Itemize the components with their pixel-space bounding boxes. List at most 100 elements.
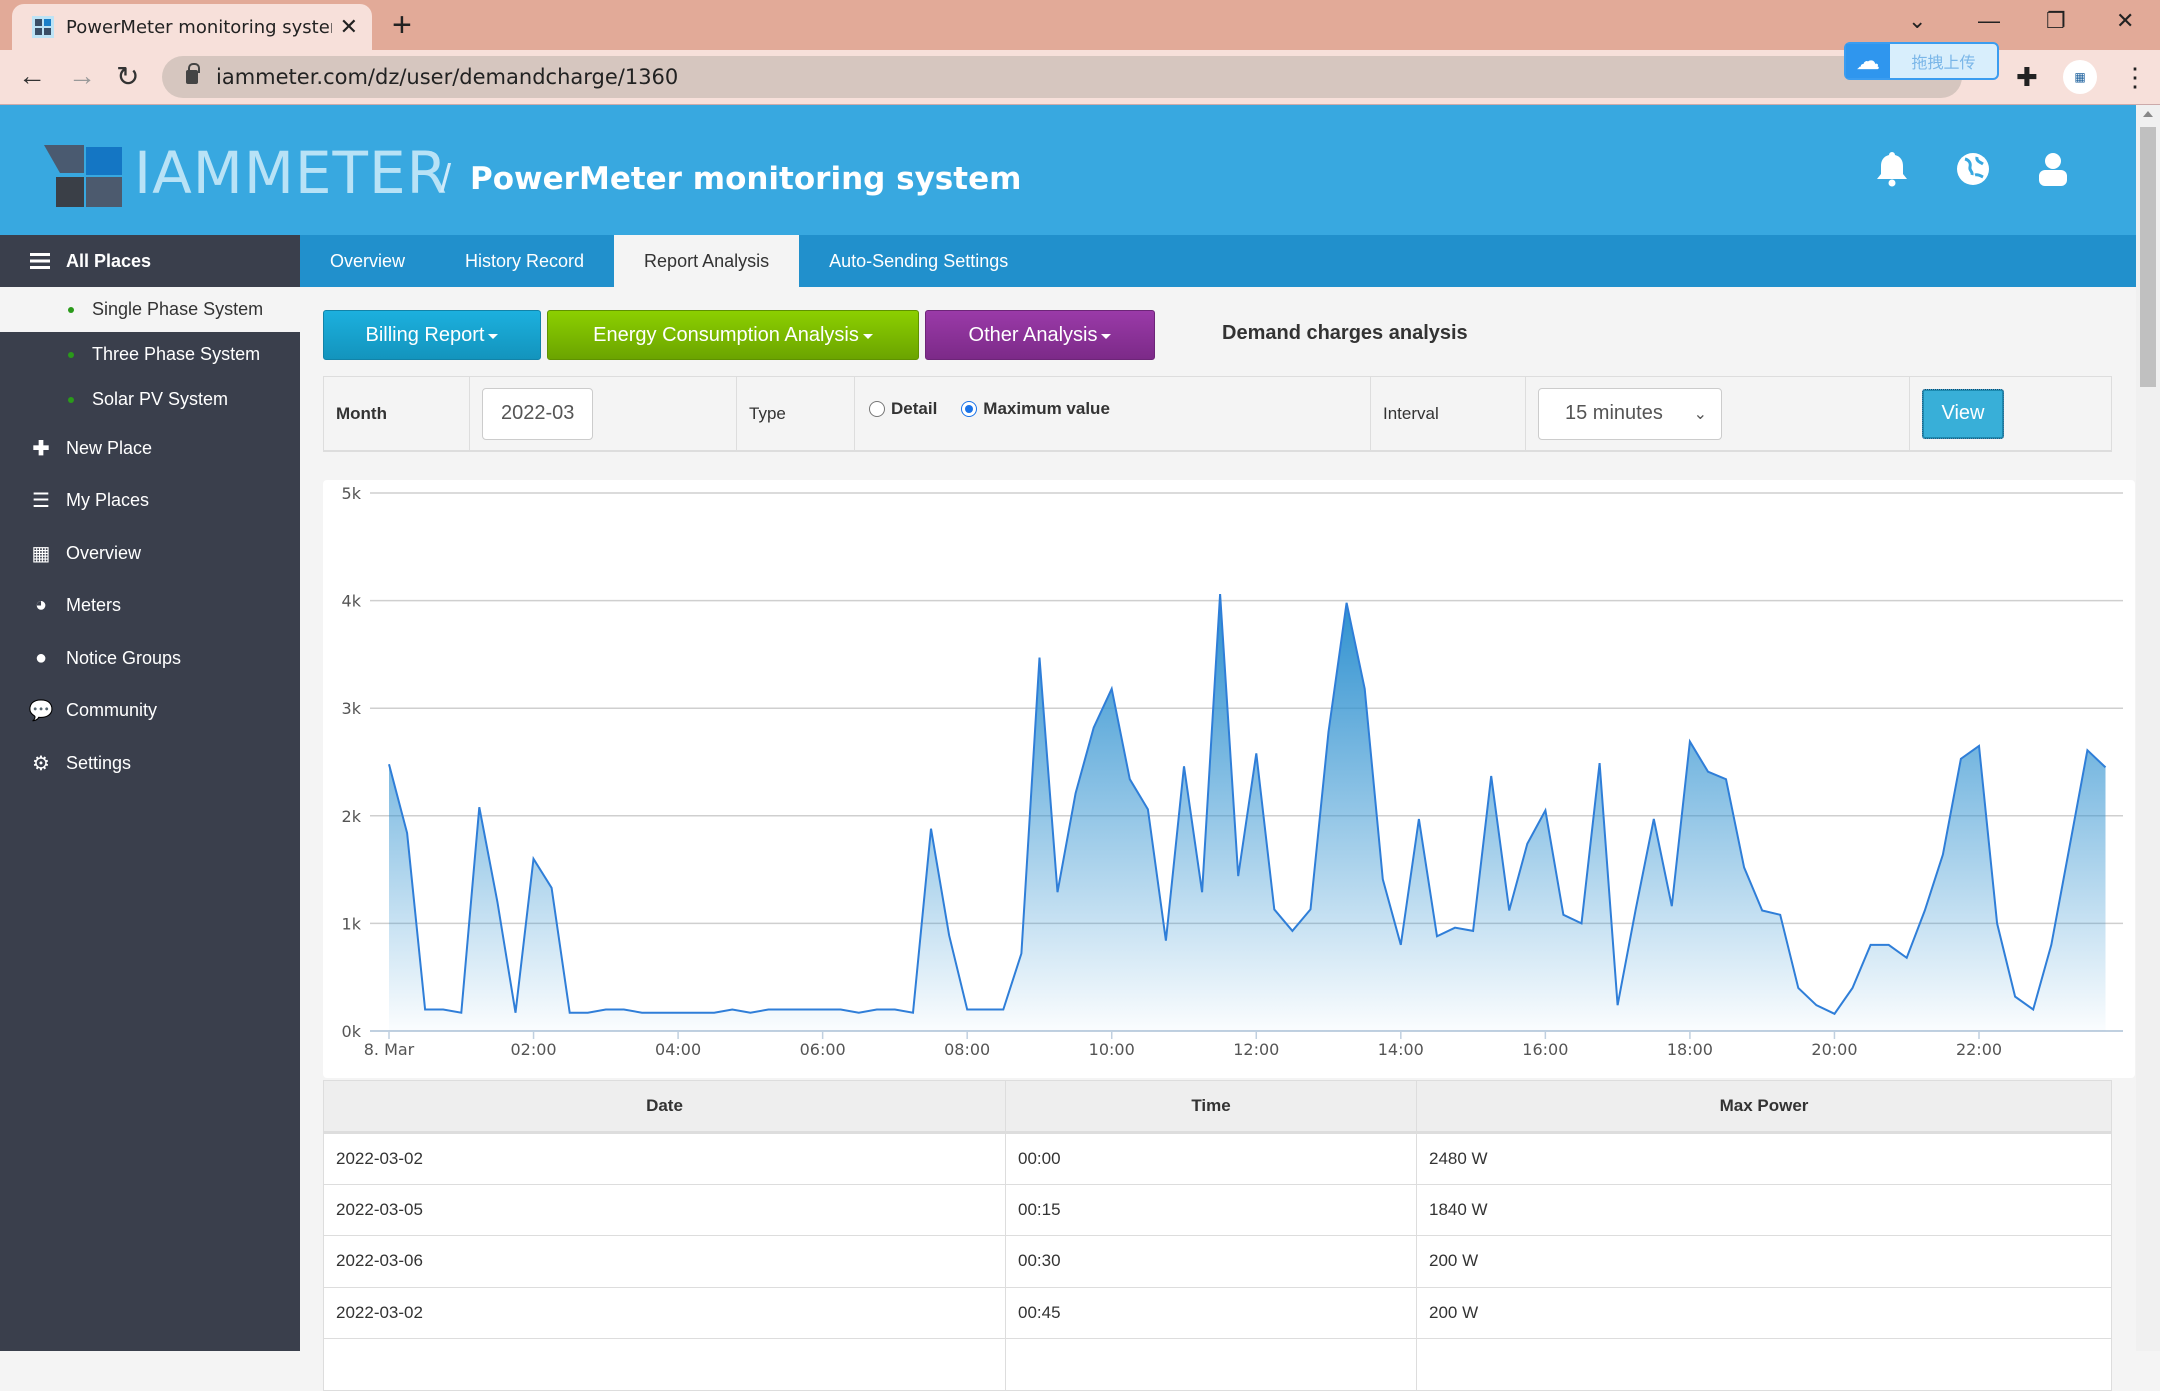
caret-down-icon (863, 334, 873, 339)
window-close-icon[interactable]: ✕ (2116, 8, 2134, 34)
extensions-puzzle-icon[interactable]: ✚ (2016, 62, 2038, 93)
grid-icon: ▦ (30, 541, 52, 566)
tab-auto-sending-settings[interactable]: Auto-Sending Settings (799, 235, 1038, 287)
user-account-icon[interactable] (2033, 149, 2073, 189)
page-scrollbar[interactable] (2136, 105, 2160, 1351)
max-power-table: Date Time Max Power 2022-03-02 00:00 248… (323, 1080, 2112, 1391)
column-date[interactable]: Date (324, 1081, 1006, 1133)
section-title: Demand charges analysis (1222, 322, 1468, 345)
tab-report-analysis[interactable]: Report Analysis (614, 235, 799, 287)
comments-icon: 💬 (30, 698, 52, 723)
cell-date: 2022-03-02 (324, 1133, 1006, 1185)
reload-icon[interactable]: ↻ (116, 60, 139, 93)
status-dot-icon (68, 307, 74, 313)
y-tick-label: 5k (342, 484, 362, 503)
billing-report-dropdown[interactable]: Billing Report (323, 310, 541, 360)
sidebar-item-new-place[interactable]: ✚ New Place (0, 422, 300, 475)
scrollbar-thumb[interactable] (2140, 127, 2156, 387)
bell-icon[interactable] (1872, 149, 1912, 189)
cell-time (1006, 1339, 1417, 1391)
app-title: PowerMeter monitoring system (470, 161, 1021, 197)
type-detail-radio[interactable]: Detail (869, 399, 937, 419)
sidebar-item-label: My Places (66, 490, 149, 511)
sidebar-all-places-label: All Places (66, 251, 151, 272)
sidebar-item-label: Community (66, 700, 157, 721)
dashboard-icon: ◕ (30, 594, 52, 617)
minimize-icon[interactable]: — (1978, 8, 2000, 34)
sidebar-place-three-phase[interactable]: Three Phase System (0, 332, 300, 377)
cell-date: 2022-03-05 (324, 1184, 1006, 1236)
cell-max-power (1417, 1339, 2112, 1391)
sidebar-item-my-places[interactable]: ☰ My Places (0, 475, 300, 528)
sidebar-item-label: Meters (66, 595, 121, 616)
gear-icon: ⚙ (30, 751, 52, 776)
close-tab-icon[interactable]: ✕ (340, 14, 358, 40)
table-row: 2022-03-05 00:15 1840 W (324, 1184, 2112, 1236)
analysis-button-row: Billing Report Energy Consumption Analys… (323, 310, 1155, 360)
sidebar-item-settings[interactable]: ⚙ Settings (0, 737, 300, 790)
table-header-row: Date Time Max Power (324, 1081, 2112, 1133)
sidebar-place-solar-pv[interactable]: Solar PV System (0, 377, 300, 422)
month-label: Month (324, 377, 470, 450)
type-maximum-label: Maximum value (983, 399, 1110, 419)
url-text: iammeter.com/dz/user/demandcharge/1360 (216, 65, 678, 89)
x-tick-label: 18:00 (1667, 1040, 1713, 1059)
cell-max-power: 1840 W (1417, 1184, 2112, 1236)
restore-icon[interactable]: ❐ (2046, 8, 2066, 34)
caret-down-icon (1101, 334, 1111, 339)
column-time[interactable]: Time (1006, 1081, 1417, 1133)
back-arrow-icon[interactable]: ← (18, 60, 46, 92)
other-analysis-dropdown[interactable]: Other Analysis (925, 310, 1155, 360)
cell-max-power: 200 W (1417, 1287, 2112, 1339)
sidebar-place-label: Three Phase System (92, 344, 260, 365)
browser-menu-icon[interactable]: ⋮ (2122, 62, 2148, 93)
tab-overview[interactable]: Overview (300, 235, 435, 287)
scroll-up-arrow-icon[interactable] (2143, 111, 2153, 117)
browser-tab[interactable]: PowerMeter monitoring system ✕ (12, 4, 372, 50)
y-tick-label: 4k (342, 592, 362, 611)
sidebar-place-single-phase[interactable]: Single Phase System (0, 287, 300, 332)
sidebar-all-places[interactable]: All Places (0, 235, 300, 287)
sidebar-item-meters[interactable]: ◕ Meters (0, 580, 300, 633)
demand-chart: 0k1k2k3k4k5k 8. Mar02:0004:0006:0008:001… (323, 480, 2135, 1078)
type-maximum-radio[interactable]: Maximum value (961, 399, 1110, 419)
app-header: IAMMETER / PowerMeter monitoring system (0, 105, 2136, 235)
energy-consumption-label: Energy Consumption Analysis (593, 324, 859, 347)
header-separator: / (440, 157, 451, 202)
type-label: Type (737, 377, 855, 450)
globe-icon[interactable] (1953, 149, 1993, 189)
interval-value: 15 minutes (1565, 402, 1663, 425)
table-row: 2022-03-02 00:45 200 W (324, 1287, 2112, 1339)
interval-select[interactable]: 15 minutes ⌄ (1538, 388, 1722, 440)
forward-arrow-icon[interactable]: → (68, 60, 96, 92)
sidebar-item-notice-groups[interactable]: ● Notice Groups (0, 632, 300, 685)
energy-consumption-dropdown[interactable]: Energy Consumption Analysis (547, 310, 919, 360)
address-bar[interactable]: iammeter.com/dz/user/demandcharge/1360 (162, 56, 1962, 98)
tab-search-chevron-icon[interactable]: ⌄ (1908, 8, 1926, 34)
billing-report-label: Billing Report (366, 324, 485, 347)
sidebar-item-label: Settings (66, 753, 131, 774)
upload-extension-button[interactable]: ☁ 拖拽上传 (1844, 42, 1999, 80)
month-input[interactable]: 2022-03 (482, 388, 593, 440)
x-tick-label: 12:00 (1233, 1040, 1279, 1059)
view-button[interactable]: View (1922, 389, 2004, 439)
column-max-power[interactable]: Max Power (1417, 1081, 2112, 1133)
x-tick-label: 16:00 (1522, 1040, 1568, 1059)
new-tab-icon[interactable]: + (392, 8, 412, 42)
view-cell: View (1910, 377, 2111, 450)
profile-avatar[interactable]: ▦ (2063, 60, 2097, 94)
table-row: 2022-03-02 00:00 2480 W (324, 1133, 2112, 1185)
chevron-down-icon: ⌄ (1694, 404, 1707, 424)
type-cell: Detail Maximum value (855, 377, 1371, 450)
interval-label: Interval (1371, 377, 1526, 450)
tab-title: PowerMeter monitoring system (66, 17, 332, 38)
sidebar-item-label: New Place (66, 438, 152, 459)
cell-date (324, 1339, 1006, 1391)
list-icon (30, 253, 50, 269)
sidebar-item-label: Notice Groups (66, 648, 181, 669)
sidebar-item-overview[interactable]: ▦ Overview (0, 527, 300, 580)
iammeter-logo-icon[interactable] (44, 145, 124, 207)
profile-logo-icon: ▦ (2074, 70, 2085, 84)
tab-history-record[interactable]: History Record (435, 235, 614, 287)
sidebar-item-community[interactable]: 💬 Community (0, 685, 300, 738)
